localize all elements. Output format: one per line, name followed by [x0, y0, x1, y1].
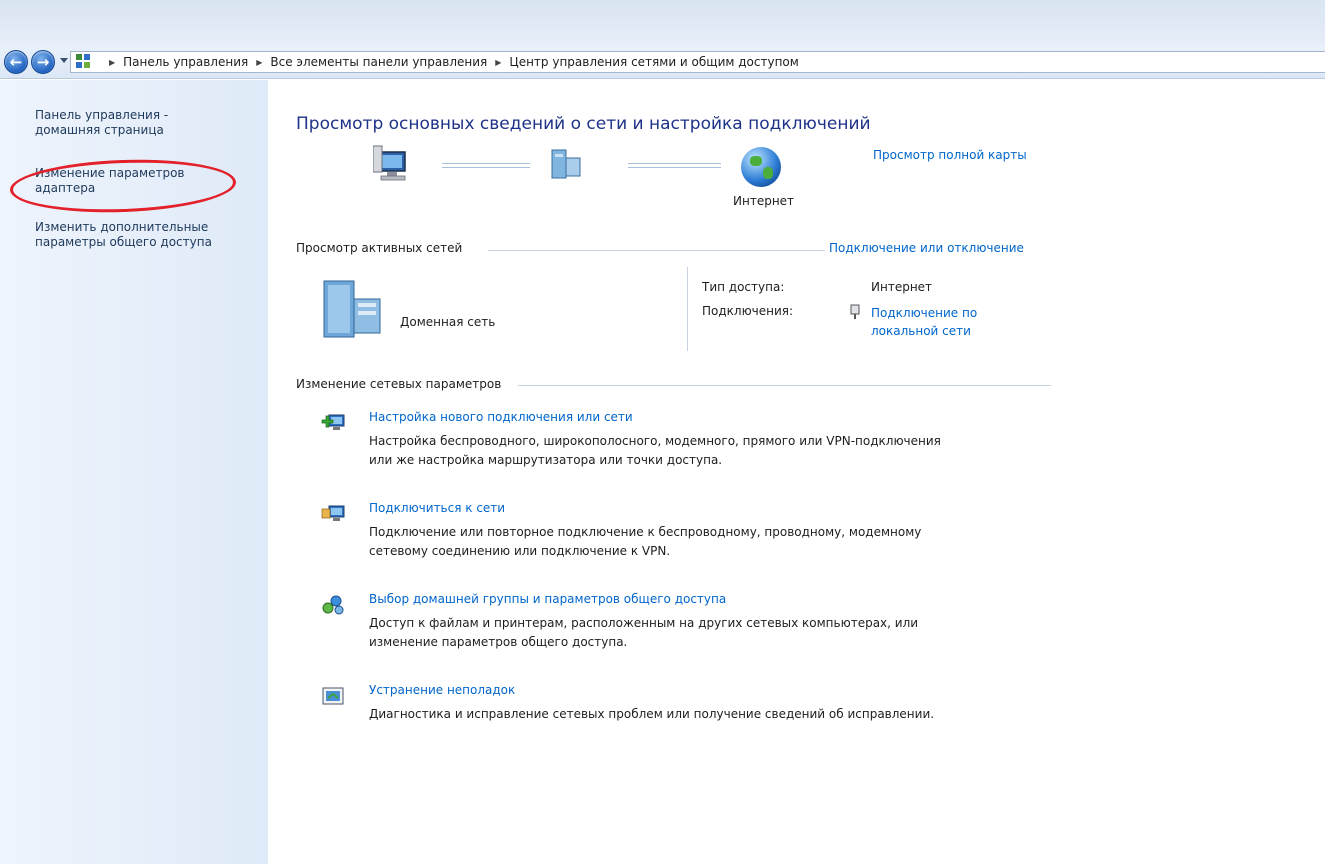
chevron-right-icon[interactable]: ▶	[256, 53, 262, 73]
chevron-right-icon[interactable]: ▶	[495, 53, 501, 73]
crumb-network-center[interactable]: Центр управления сетями и общим доступом	[509, 55, 798, 69]
navigation-bar: ← → ▶ Панель управления ▶ Все элементы пане…	[0, 45, 1325, 79]
vertical-divider	[687, 267, 688, 351]
main-content: Просмотр основных сведений о сети и наст…	[268, 80, 1325, 864]
window-titlebar	[0, 0, 1325, 45]
globe-icon	[741, 147, 781, 187]
change-settings-title: Изменение сетевых параметров	[296, 377, 508, 391]
history-dropdown-icon[interactable]	[60, 58, 68, 63]
connection-line	[442, 163, 530, 168]
access-type-value: Интернет	[871, 280, 933, 294]
ethernet-plug-icon	[850, 304, 860, 319]
back-arrow-icon[interactable]: ←	[4, 50, 28, 74]
task-description: Настройка беспроводного, широкополосного…	[369, 434, 941, 467]
local-connection-link[interactable]: Подключение по локальной сети	[871, 304, 1021, 340]
control-panel-icon	[76, 54, 93, 70]
internet-label: Интернет	[733, 194, 795, 208]
crumb-all-items[interactable]: Все элементы панели управления	[270, 55, 487, 69]
chevron-right-icon[interactable]: ▶	[109, 53, 115, 73]
task-description: Доступ к файлам и принтерам, расположенн…	[369, 616, 919, 649]
divider	[518, 385, 1051, 386]
task-link[interactable]: Выбор домашней группы и параметров общег…	[369, 592, 726, 606]
page-title: Просмотр основных сведений о сети и наст…	[296, 114, 871, 134]
task-link[interactable]: Подключиться к сети	[369, 501, 505, 515]
troubleshoot-icon	[322, 687, 344, 705]
connection-line	[628, 163, 721, 168]
computer-icon	[373, 145, 406, 181]
network-icon	[551, 149, 581, 179]
view-full-map-link[interactable]: Просмотр полной карты	[873, 148, 1027, 162]
forward-arrow-icon[interactable]: →	[31, 50, 55, 74]
task-link[interactable]: Настройка нового подключения или сети	[369, 410, 633, 424]
homegroup-icon	[322, 595, 344, 615]
domain-network-icon	[323, 280, 381, 338]
active-networks-title: Просмотр активных сетей	[296, 241, 469, 255]
network-name: Доменная сеть	[400, 315, 496, 329]
connect-disconnect-link[interactable]: Подключение или отключение	[825, 241, 1024, 255]
new-connection-icon	[321, 414, 345, 430]
crumb-control-panel[interactable]: Панель управления	[123, 55, 248, 69]
task-description: Диагностика и исправление сетевых пробле…	[369, 707, 935, 721]
sidebar-link-sharing-settings[interactable]: Изменить дополнительные параметры общего…	[35, 220, 260, 250]
connections-label: Подключения:	[702, 304, 794, 318]
divider	[488, 250, 828, 251]
access-type-label: Тип доступа:	[702, 280, 785, 294]
connect-network-icon	[321, 505, 345, 521]
breadcrumb: ▶ Панель управления ▶ Все элементы панели у…	[101, 52, 799, 72]
sidebar-link-home[interactable]: Панель управления - домашняя страница	[35, 108, 260, 138]
task-link[interactable]: Устранение неполадок	[369, 683, 515, 697]
task-description: Подключение или повторное подключение к …	[369, 525, 922, 558]
address-bar[interactable]: ▶ Панель управления ▶ Все элементы панели у…	[70, 51, 1325, 73]
